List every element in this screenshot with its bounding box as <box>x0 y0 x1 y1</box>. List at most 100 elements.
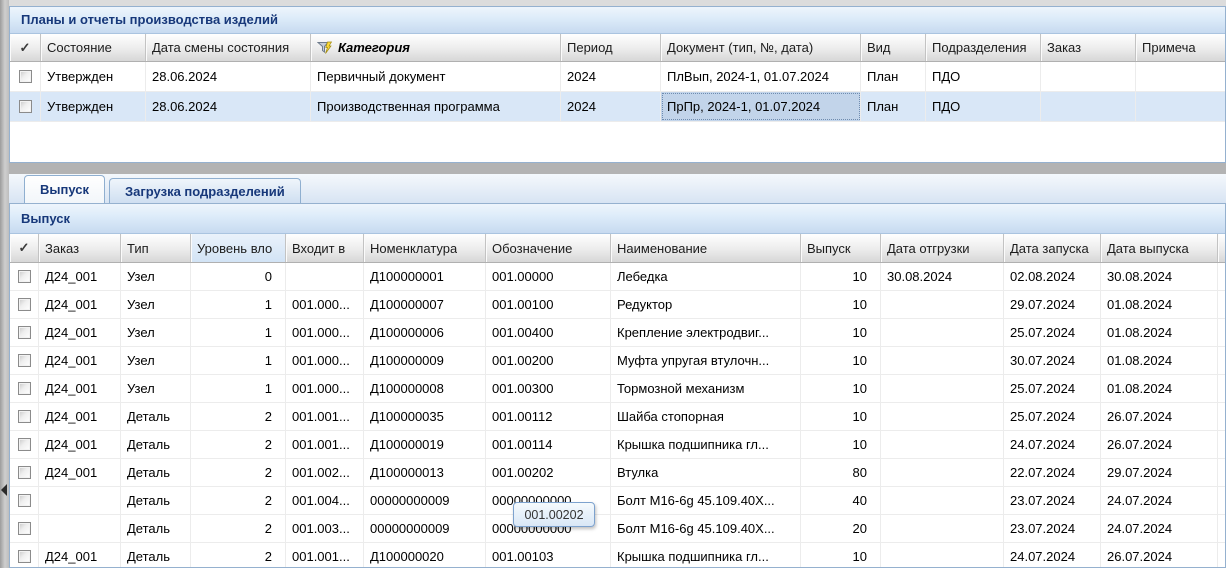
cell[interactable]: 2 <box>191 543 286 568</box>
vypusk-column-header[interactable]: Номенклатура <box>364 234 486 262</box>
cell[interactable]: 0 <box>191 263 286 290</box>
cell[interactable] <box>1218 515 1226 542</box>
cell[interactable] <box>1218 319 1226 346</box>
cell[interactable]: 2 <box>191 459 286 486</box>
cell[interactable] <box>39 515 121 542</box>
cell[interactable]: Редуктор <box>611 291 801 318</box>
cell[interactable]: Первичный документ <box>311 62 561 91</box>
table-row[interactable]: Д24_001Узел1001.000...Д100000008001.0030… <box>10 375 1225 403</box>
vypusk-column-header[interactable]: Дата отгрузки <box>881 234 1004 262</box>
cell[interactable]: 10 <box>801 319 881 346</box>
checkbox-cell[interactable] <box>10 319 39 346</box>
cell[interactable]: 2024 <box>561 92 661 121</box>
cell[interactable]: 29.07.2024 <box>1004 291 1101 318</box>
cell[interactable] <box>1041 62 1136 91</box>
cell[interactable]: 10 <box>801 403 881 430</box>
cell[interactable]: 00000000009 <box>364 487 486 514</box>
cell[interactable]: 1 <box>191 375 286 402</box>
cell[interactable]: 10 <box>801 291 881 318</box>
cell[interactable]: Д24_001 <box>39 431 121 458</box>
checkbox-cell[interactable] <box>10 543 39 568</box>
table-row[interactable]: Д24_001Деталь2001.002...Д100000013001.00… <box>10 459 1225 487</box>
cell[interactable]: Д24_001 <box>39 375 121 402</box>
cell[interactable]: 80 <box>801 459 881 486</box>
plans-column-header[interactable]: Период <box>561 34 661 61</box>
cell[interactable]: 25.07.2024 <box>1004 319 1101 346</box>
checkbox-cell[interactable] <box>10 291 39 318</box>
cell[interactable] <box>1136 92 1226 121</box>
cell[interactable]: 001.000... <box>286 375 364 402</box>
cell[interactable] <box>39 487 121 514</box>
cell[interactable]: Узел <box>121 291 191 318</box>
splitter-collapse-arrow-icon[interactable] <box>1 484 7 496</box>
cell[interactable] <box>286 263 364 290</box>
cell[interactable]: 10 <box>801 543 881 568</box>
cell[interactable]: Деталь <box>121 515 191 542</box>
cell[interactable] <box>881 487 1004 514</box>
cell[interactable]: 001.00202 <box>486 459 611 486</box>
cell[interactable]: 001.001... <box>286 431 364 458</box>
cell[interactable]: 001.001... <box>286 543 364 568</box>
row-checkbox[interactable] <box>18 326 31 339</box>
cell[interactable]: 001.00300 <box>486 375 611 402</box>
row-checkbox[interactable] <box>18 466 31 479</box>
cell[interactable] <box>881 403 1004 430</box>
checkbox-cell[interactable] <box>10 487 39 514</box>
cell[interactable]: 1 <box>191 291 286 318</box>
cell[interactable]: Д24_001 <box>39 291 121 318</box>
cell[interactable]: План <box>861 62 926 91</box>
cell[interactable]: Лебедка <box>611 263 801 290</box>
cell[interactable]: 2 <box>191 487 286 514</box>
table-row[interactable]: Утвержден28.06.2024Производственная прог… <box>10 92 1225 122</box>
tab-zagruzka-podrazdelenij[interactable]: Загрузка подразделений <box>109 178 301 203</box>
cell[interactable]: 20 <box>801 515 881 542</box>
cell[interactable]: Деталь <box>121 487 191 514</box>
checkbox-cell[interactable] <box>10 347 39 374</box>
cell[interactable]: Крепление электродвиг... <box>611 319 801 346</box>
cell[interactable]: Д24_001 <box>39 347 121 374</box>
cell[interactable]: 28.06.2024 <box>146 62 311 91</box>
cell[interactable]: 2024 <box>561 62 661 91</box>
plans-column-header[interactable]: Состояние <box>41 34 146 61</box>
cell[interactable]: ПлВып, 2024-1, 01.07.2024 <box>661 62 861 91</box>
table-row[interactable]: Д24_001Узел0Д100000001001.00000Лебедка10… <box>10 263 1225 291</box>
cell[interactable]: 001.002... <box>286 459 364 486</box>
select-all-column-header[interactable]: ✓ <box>10 234 39 262</box>
checkbox-cell[interactable] <box>10 403 39 430</box>
cell[interactable]: Утвержден <box>41 62 146 91</box>
cell[interactable]: Узел <box>121 319 191 346</box>
cell[interactable]: 10 <box>801 375 881 402</box>
vypusk-column-header[interactable]: Заказ <box>39 234 121 262</box>
vypusk-column-header[interactable]: Уровень вло <box>191 234 286 262</box>
cell[interactable]: ПДО <box>926 92 1041 121</box>
row-checkbox[interactable] <box>19 70 32 83</box>
checkbox-cell[interactable] <box>10 515 39 542</box>
cell[interactable]: ПДО <box>926 62 1041 91</box>
cell[interactable]: Утвержден <box>41 92 146 121</box>
row-checkbox[interactable] <box>18 410 31 423</box>
row-checkbox[interactable] <box>19 100 32 113</box>
cell[interactable]: Д24_001 <box>39 263 121 290</box>
select-all-column-header[interactable]: ✓ <box>10 34 41 61</box>
checkbox-cell[interactable] <box>10 459 39 486</box>
cell[interactable]: 24.07.2024 <box>1101 487 1218 514</box>
cell[interactable]: 26.07.2024 <box>1101 431 1218 458</box>
cell[interactable]: 01.08.2024 <box>1101 347 1218 374</box>
cell[interactable]: 28.06.2024 <box>146 92 311 121</box>
cell[interactable]: 001.000... <box>286 291 364 318</box>
cell[interactable] <box>881 347 1004 374</box>
cell[interactable]: Деталь <box>121 431 191 458</box>
cell[interactable]: 00000000009 <box>364 515 486 542</box>
table-row[interactable]: Д24_001Деталь2001.001...Д100000035001.00… <box>10 403 1225 431</box>
cell[interactable]: Д100000009 <box>364 347 486 374</box>
row-checkbox[interactable] <box>18 550 31 563</box>
plans-column-header[interactable]: Заказ <box>1041 34 1136 61</box>
cell[interactable]: Д24_001 <box>39 543 121 568</box>
vypusk-column-header[interactable]: Выпуск <box>801 234 881 262</box>
cell[interactable]: 001.000... <box>286 319 364 346</box>
cell[interactable]: 25.07.2024 <box>1004 375 1101 402</box>
cell[interactable] <box>1218 431 1226 458</box>
cell[interactable]: Узел <box>121 347 191 374</box>
cell[interactable]: Д100000019 <box>364 431 486 458</box>
table-row[interactable]: Д24_001Узел1001.000...Д100000007001.0010… <box>10 291 1225 319</box>
